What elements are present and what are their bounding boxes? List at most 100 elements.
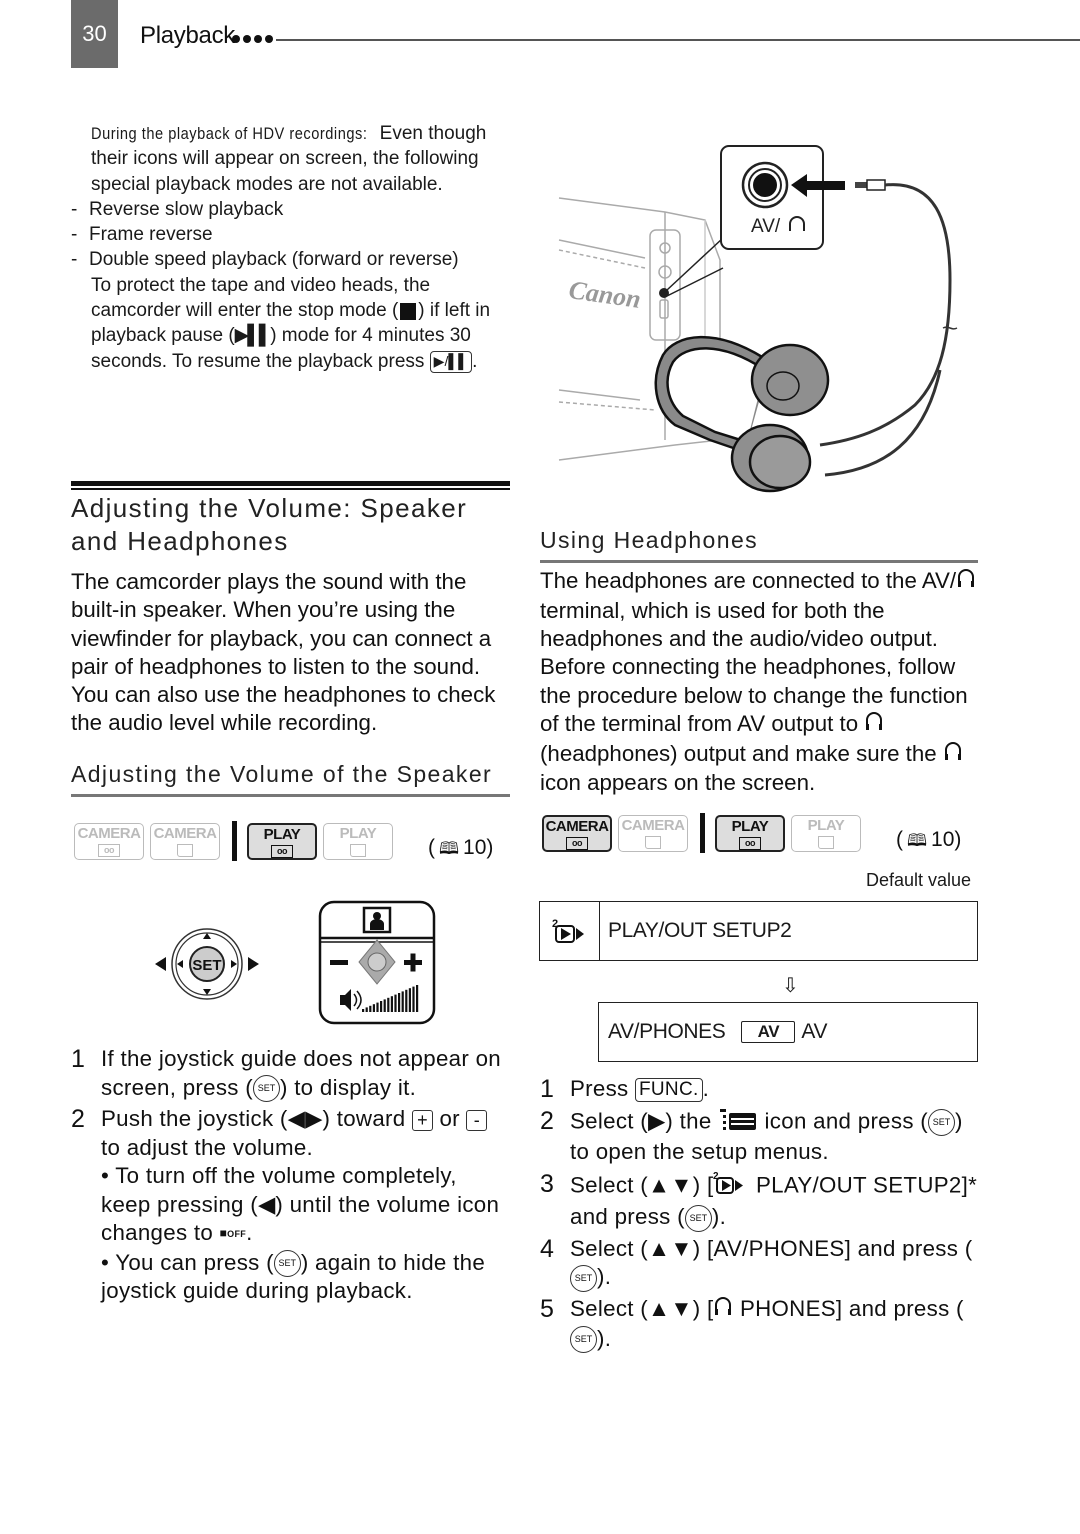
play-pause-icon: ▶▌▌	[234, 325, 273, 347]
cable	[819, 183, 952, 447]
headphones-subtitle: Using Headphones	[540, 527, 759, 553]
volume-bar	[369, 1005, 372, 1012]
mode-play-card: PLAY	[791, 814, 861, 852]
volume-bar	[408, 988, 411, 1012]
set-label: SET	[192, 957, 221, 974]
hdv-note: During the playback of HDV recordings: E…	[71, 121, 511, 374]
set-button-icon: SET	[273, 1250, 301, 1278]
volume-bar	[383, 999, 386, 1012]
menu-av-phones: AV/PHONES AV AV	[598, 1002, 978, 1062]
headphones-mode-icons: CAMERA oo CAMERA PLAY oo PLAY	[542, 813, 867, 853]
set-button-icon: SET	[570, 1326, 597, 1354]
left-arrow-icon	[155, 957, 166, 971]
right-arrow-icon	[248, 957, 259, 971]
mode-play-tape: PLAY oo	[247, 822, 317, 860]
headphones	[654, 335, 830, 493]
func-button-icon: FUNC.	[635, 1078, 703, 1103]
headphones-intro: The headphones are connected to the AV/ …	[540, 567, 980, 798]
volume-bar	[405, 989, 408, 1012]
headphones-icon	[956, 567, 976, 596]
setup-menu-icon	[718, 1107, 758, 1139]
book-icon: 🕮	[907, 831, 928, 850]
section-intro: The camcorder plays the sound with the b…	[71, 569, 496, 736]
book-icon: 🕮	[439, 839, 460, 858]
plus-button-icon: +	[411, 1109, 433, 1131]
step-2: 2 Select (▶) the icon and press (SET) to…	[540, 1106, 963, 1165]
volume-bar	[380, 1001, 383, 1012]
step-1: 1 Press FUNC..	[540, 1075, 710, 1103]
chapter-title: Playback	[140, 22, 235, 49]
mode-divider	[700, 813, 705, 853]
mode-camera-card: CAMERA	[150, 822, 220, 860]
menu-playout-setup2: 2 PLAY/OUT SETUP2	[539, 901, 978, 961]
step-5: 5 Select (▲▼) [ PHONES] and press (SET).	[540, 1295, 980, 1354]
speaker-subtitle: Adjusting the Volume of the Speaker	[71, 761, 493, 787]
page-number: 30	[71, 0, 118, 68]
volume-bar	[401, 991, 404, 1012]
headphones-icon	[864, 710, 884, 739]
step-1: 1 If the joystick guide does not appear …	[71, 1045, 511, 1103]
terminal-label: AV/	[751, 216, 781, 237]
svg-text:2: 2	[713, 1171, 719, 1182]
section-rule	[71, 481, 510, 486]
joystick-guide-screen	[318, 900, 436, 1025]
step-2: 2 Push the joystick (◀▶) toward + or - t…	[71, 1105, 511, 1306]
av-badge-icon: AV	[741, 1021, 796, 1043]
set-button-icon: SET	[570, 1264, 597, 1292]
step-3: 3 Select (▲▼) [2 PLAY/OUT SETUP2]* and p…	[540, 1170, 980, 1232]
canon-logo: Canon	[567, 275, 643, 314]
play-pause-button-icon: ▶/▌▌	[429, 350, 473, 373]
volume-bar	[387, 997, 390, 1012]
playout-setup2-icon: 2	[540, 902, 600, 960]
volume-bar	[372, 1004, 375, 1012]
minus-button-icon: -	[466, 1109, 488, 1131]
header-rule	[276, 39, 1080, 41]
volume-bar	[365, 1007, 368, 1012]
volume-off-icon: ■OFF	[219, 1226, 247, 1241]
headphones-subtitle-rule	[540, 560, 978, 563]
volume-bar	[394, 994, 397, 1012]
set-button-icon: SET	[684, 1204, 712, 1232]
speaker-mode-icons: CAMERA oo CAMERA PLAY oo PLAY	[74, 821, 399, 861]
mode-play-tape: PLAY oo	[715, 814, 785, 852]
set-button-icon: SET	[928, 1108, 955, 1136]
header-dots	[232, 35, 273, 43]
page-reference: (🕮 10)	[428, 836, 494, 859]
headphones-icon	[713, 1295, 733, 1325]
stop-icon	[400, 302, 417, 320]
set-button-icon: SET	[252, 1075, 280, 1103]
note-lead: During the playback of HDV recordings:	[91, 124, 368, 143]
speaker-steps: 1 If the joystick guide does not appear …	[71, 1045, 511, 1306]
mode-camera-tape: CAMERA oo	[542, 814, 612, 852]
down-arrow-icon: ⇩	[782, 975, 799, 997]
mode-camera-tape: CAMERA oo	[74, 822, 144, 860]
section-rule-thin	[71, 488, 510, 490]
mode-play-card: PLAY	[323, 822, 393, 860]
step-2-bullet-2: • You can press (SET) again to hide the …	[101, 1249, 486, 1304]
note-list-item: - Frame reverse	[71, 224, 213, 246]
step-2-bullet-1: • To turn off the volume completely, kee…	[101, 1163, 500, 1246]
volume-bar	[376, 1002, 379, 1012]
note-list-item: - Reverse slow playback	[71, 198, 284, 220]
step-4: 4 Select (▲▼) [AV/PHONES] and press (SET…	[540, 1235, 980, 1292]
mode-camera-card: CAMERA	[618, 814, 688, 852]
volume-bar	[362, 1009, 365, 1012]
note-paragraph-2: To protect the tape and video heads, the…	[91, 274, 491, 373]
note-list-item: - Double speed playback (forward or rever…	[71, 249, 459, 271]
volume-bar	[416, 985, 419, 1012]
headphones-connection-illustration: Canon AV/	[558, 145, 958, 493]
menu-row-label: PLAY/OUT SETUP2	[608, 919, 792, 942]
volume-bar	[398, 993, 401, 1012]
section-title: Adjusting the Volume: Speaker and Headph…	[71, 493, 468, 556]
joystick-illustration: SET	[155, 928, 259, 1000]
volume-bar	[390, 996, 393, 1012]
headphones-steps: 1 Press FUNC.. 2 Select (▶) the icon and…	[540, 1075, 980, 1354]
speaker-subtitle-rule	[71, 794, 510, 797]
headphones-icon	[943, 740, 963, 769]
page-reference: (🕮 10)	[896, 828, 962, 851]
minus-icon	[330, 960, 348, 965]
default-value-label: Default value	[866, 870, 972, 890]
volume-bar	[412, 986, 415, 1012]
mode-divider	[232, 821, 237, 861]
playout-setup2-icon: 2	[713, 1170, 749, 1204]
